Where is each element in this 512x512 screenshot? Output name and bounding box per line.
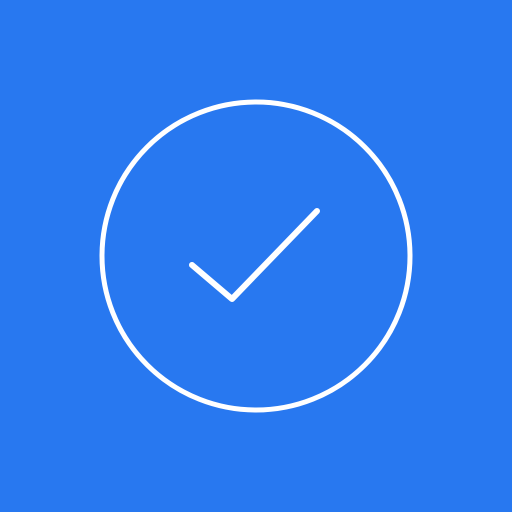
- success-screen: [0, 0, 512, 512]
- background: [0, 0, 512, 512]
- check-circle-icon: [0, 0, 512, 512]
